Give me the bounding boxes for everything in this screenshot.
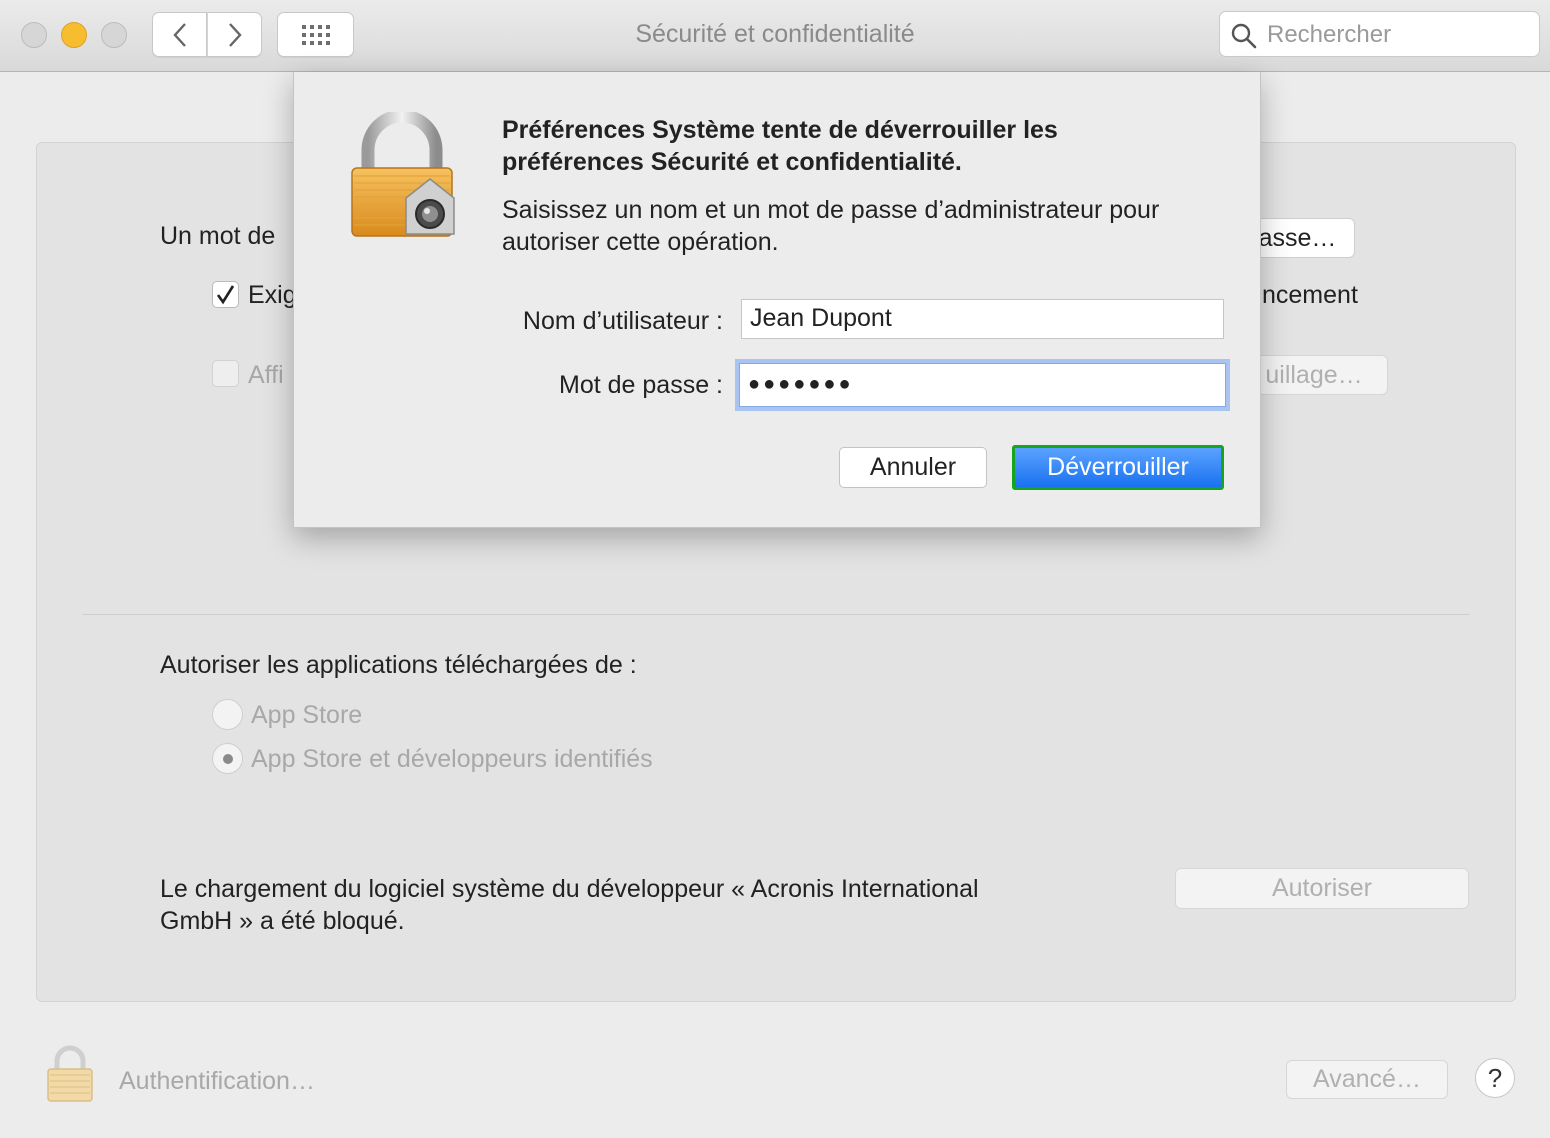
padlock-icon[interactable] [44,1045,96,1103]
require-password-label: Exig [248,281,297,309]
radio-app-store-identified[interactable] [212,743,243,774]
show-message-checkbox[interactable] [212,360,239,387]
blocked-message-line1: Le chargement du logiciel système du dév… [160,875,979,903]
radio-app-store-label: App Store [251,701,363,729]
unlock-button[interactable]: Déverrouiller [1012,445,1224,490]
lock-message-button[interactable]: uillage… [1240,355,1388,395]
radio-app-store[interactable] [212,699,243,730]
blocked-message-line2: GmbH » a été bloqué. [160,907,405,935]
password-row-label: Un mot de [160,222,276,250]
advanced-button[interactable]: Avancé… [1286,1060,1448,1099]
show-message-label: Affi [248,361,284,389]
require-password-checkbox[interactable] [212,281,239,308]
username-field[interactable]: Jean Dupont [741,299,1224,339]
allow-button[interactable]: Autoriser [1175,868,1469,909]
password-masked-value: ●●●●●●● [748,373,854,395]
search-icon [1231,23,1257,49]
cancel-button[interactable]: Annuler [839,447,987,488]
title-bar: Sécurité et confidentialité Rechercher [0,0,1550,72]
password-field[interactable]: ●●●●●●● [739,363,1226,407]
help-button[interactable]: ? [1475,1058,1515,1098]
section-divider [82,614,1470,615]
radio-app-store-identified-label: App Store et développeurs identifiés [251,745,653,773]
dialog-subtitle-line1: Saisissez un nom et un mot de passe d’ad… [502,196,1160,224]
username-label: Nom d’utilisateur : [522,307,723,335]
dialog-subtitle-line2: autoriser cette opération. [502,228,779,256]
require-password-suffix: ncement [1262,281,1358,309]
checkmark-icon [216,285,235,305]
username-value: Jean Dupont [750,304,892,332]
dialog-title-line2: préférences Sécurité et confidentialité. [502,148,962,176]
dialog-title: Préférences Système tente de déverrouill… [502,114,1242,178]
allow-apps-heading: Autoriser les applications téléchargées … [160,651,637,679]
dialog-subtitle: Saisissez un nom et un mot de passe d’ad… [502,194,1242,258]
dialog-title-line1: Préférences Système tente de déverrouill… [502,116,1058,144]
search-placeholder: Rechercher [1267,21,1392,48]
help-icon: ? [1487,1062,1503,1093]
padlock-icon [351,112,455,237]
search-field[interactable]: Rechercher [1219,11,1540,57]
password-label: Mot de passe : [559,371,723,399]
unlock-dialog: Préférences Système tente de déverrouill… [293,72,1261,528]
authentication-label: Authentification… [119,1067,315,1095]
